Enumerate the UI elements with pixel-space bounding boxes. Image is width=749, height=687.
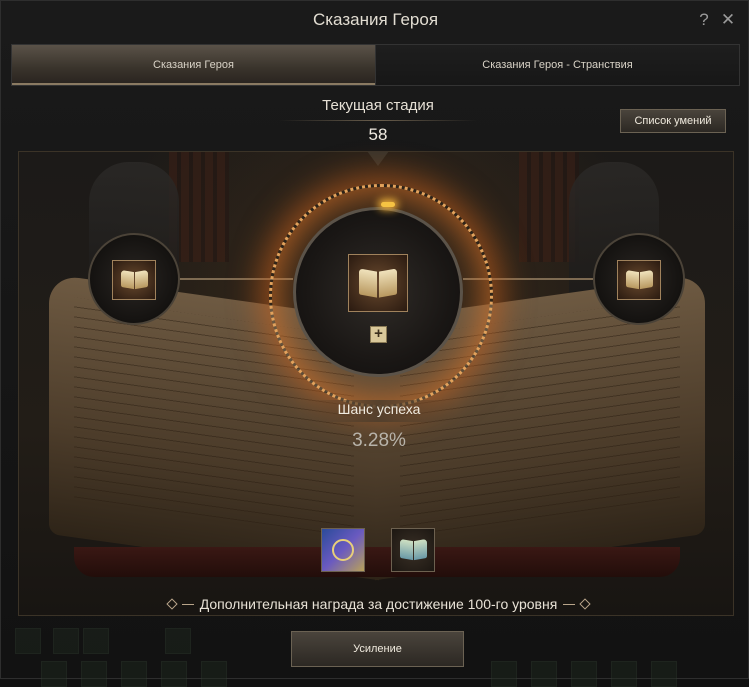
previous-stage-slot[interactable] [88, 233, 180, 325]
background-skill-slot [571, 661, 597, 687]
book-cover [74, 547, 680, 577]
background-skill-slot [15, 628, 41, 654]
background-skill-slot [201, 661, 227, 687]
skill-book-icon[interactable] [391, 528, 435, 572]
background-skill-slot [611, 661, 637, 687]
book-icon [348, 254, 408, 312]
enchant-scroll-icon[interactable] [321, 528, 365, 572]
hero-tales-window: Сказания Героя ? ✕ Сказания Героя Сказан… [0, 0, 749, 687]
background-skill-slot [41, 661, 67, 687]
skill-list-button[interactable]: Список умений [620, 109, 726, 133]
tab-hero-tales-wanderings[interactable]: Сказания Героя - Странствия [375, 45, 739, 85]
stage-divider [279, 120, 477, 121]
add-material-button[interactable]: + [370, 326, 387, 343]
current-stage-label: Текущая стадия [322, 97, 434, 114]
ornament-dash [181, 603, 194, 605]
bonus-reward-text: Дополнительная награда за достижение 100… [199, 596, 558, 612]
ornament-dash [563, 603, 576, 605]
bonus-reward-banner: Дополнительная награда за достижение 100… [151, 595, 606, 613]
success-chance-label: Шанс успеха [337, 401, 421, 417]
stage-pointer [367, 151, 389, 166]
background-skill-slot [531, 661, 557, 687]
background-skill-slot [491, 661, 517, 687]
ornament-left-icon [166, 598, 178, 610]
window-titlebar: Сказания Героя ? ✕ [1, 1, 749, 39]
close-icon[interactable]: ✕ [717, 9, 739, 31]
progress-spark [381, 202, 395, 207]
book-icon [617, 260, 661, 300]
current-stage-slot[interactable] [293, 207, 463, 377]
background-skill-slot [651, 661, 677, 687]
current-stage-value: 58 [368, 125, 388, 144]
help-icon[interactable]: ? [693, 9, 715, 31]
tab-bar: Сказания Героя Сказания Героя - Странств… [11, 44, 740, 86]
background-skill-slot [83, 628, 109, 654]
ornament-right-icon [579, 598, 591, 610]
background-skill-slot [53, 628, 79, 654]
success-chance-value: 3.28% [352, 430, 406, 451]
background-skill-slot [81, 661, 107, 687]
tab-hero-tales[interactable]: Сказания Героя [12, 45, 375, 85]
book-icon [112, 260, 156, 300]
next-stage-slot[interactable] [593, 233, 685, 325]
window-title: Сказания Героя [312, 10, 439, 29]
background-skill-slot [165, 628, 191, 654]
background-skill-slot [121, 661, 147, 687]
background-skill-slot [161, 661, 187, 687]
enhance-button[interactable]: Усиление [291, 631, 464, 667]
